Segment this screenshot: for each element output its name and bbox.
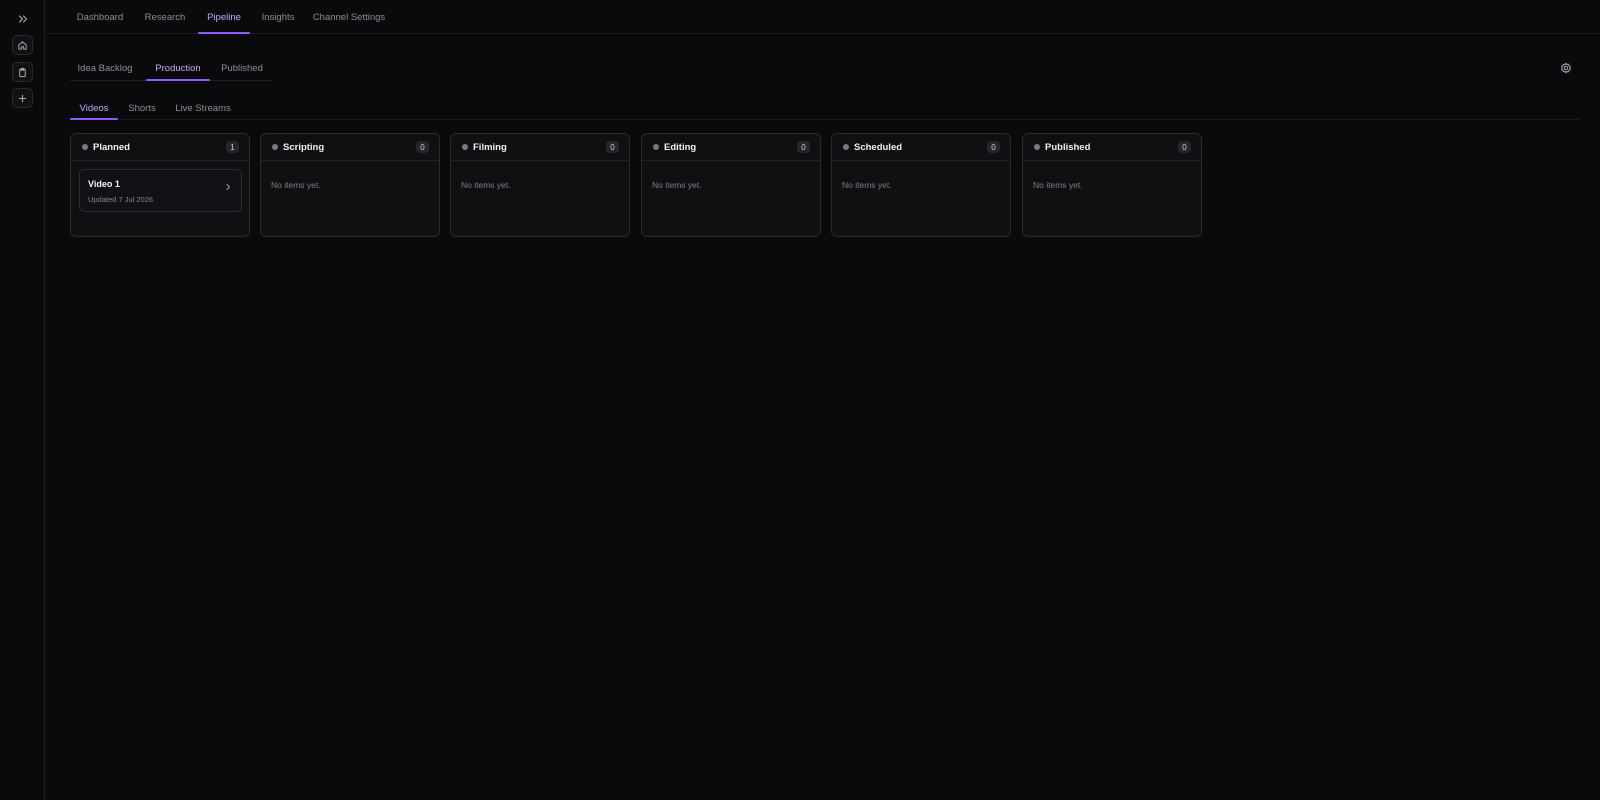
pipeline-subnav: Idea Backlog Production Published xyxy=(70,55,272,81)
column-scripting: Scripting 0 No items yet. xyxy=(260,133,440,237)
column-count-badge: 0 xyxy=(987,141,1000,153)
column-count-badge: 0 xyxy=(606,141,619,153)
clipboard-icon[interactable] xyxy=(12,62,33,82)
column-header: Filming 0 xyxy=(451,134,629,161)
tab-idea-backlog[interactable]: Idea Backlog xyxy=(74,55,136,81)
empty-state: No items yet. xyxy=(461,180,511,190)
column-editing: Editing 0 No items yet. xyxy=(641,133,821,237)
column-header: Scripting 0 xyxy=(261,134,439,161)
plus-icon[interactable] xyxy=(12,88,33,108)
chevrons-right-icon[interactable] xyxy=(12,9,33,29)
status-dot-icon xyxy=(653,144,659,150)
column-header: Scheduled 0 xyxy=(832,134,1010,161)
column-count-badge: 1 xyxy=(226,141,239,153)
content-type-nav: Videos Shorts Live Streams xyxy=(70,96,1580,120)
column-title: Planned xyxy=(93,141,130,153)
status-dot-icon xyxy=(843,144,849,150)
app-root: Dashboard Research Pipeline Insights Cha… xyxy=(0,0,1600,800)
status-dot-icon xyxy=(272,144,278,150)
column-title: Scripting xyxy=(283,141,325,153)
column-published: Published 0 No items yet. xyxy=(1022,133,1202,237)
tab-research[interactable]: Research xyxy=(139,0,191,34)
column-title: Filming xyxy=(473,141,507,153)
empty-state: No items yet. xyxy=(271,180,321,190)
column-count-badge: 0 xyxy=(797,141,810,153)
top-nav: Dashboard Research Pipeline Insights Cha… xyxy=(45,0,1600,34)
column-title: Published xyxy=(1045,141,1091,153)
empty-state: No items yet. xyxy=(842,180,892,190)
status-dot-icon xyxy=(82,144,88,150)
status-dot-icon xyxy=(462,144,468,150)
home-icon[interactable] xyxy=(12,35,33,55)
column-title: Scheduled xyxy=(854,141,903,153)
tab-videos[interactable]: Videos xyxy=(70,96,118,120)
empty-state: No items yet. xyxy=(652,180,702,190)
tab-channel-settings[interactable]: Channel Settings xyxy=(309,0,389,34)
column-scheduled: Scheduled 0 No items yet. xyxy=(831,133,1011,237)
column-header: Planned 1 xyxy=(71,134,249,161)
tab-live-streams[interactable]: Live Streams xyxy=(174,96,232,120)
tab-pipeline[interactable]: Pipeline xyxy=(198,0,250,34)
column-filming: Filming 0 No items yet. xyxy=(450,133,630,237)
column-header: Published 0 xyxy=(1023,134,1201,161)
card-updated: Updated 7 Jul 2026 xyxy=(88,195,154,204)
tab-production[interactable]: Production xyxy=(146,55,210,81)
tab-shorts[interactable]: Shorts xyxy=(126,96,158,120)
settings-icon[interactable] xyxy=(1556,58,1576,78)
pipeline-card-video-1[interactable]: Video 1 Updated 7 Jul 2026 xyxy=(79,169,242,212)
column-header: Editing 0 xyxy=(642,134,820,161)
tab-published[interactable]: Published xyxy=(216,55,268,81)
column-title: Editing xyxy=(664,141,697,153)
column-count-badge: 0 xyxy=(416,141,429,153)
empty-state: No items yet. xyxy=(1033,180,1083,190)
chevron-right-icon xyxy=(224,178,232,196)
left-rail xyxy=(0,0,45,800)
column-count-badge: 0 xyxy=(1178,141,1191,153)
column-planned: Planned 1 Video 1 Updated 7 Jul 2026 xyxy=(70,133,250,237)
status-dot-icon xyxy=(1034,144,1040,150)
tab-dashboard[interactable]: Dashboard xyxy=(70,0,130,34)
card-title: Video 1 xyxy=(88,179,120,189)
tab-insights[interactable]: Insights xyxy=(254,0,302,34)
